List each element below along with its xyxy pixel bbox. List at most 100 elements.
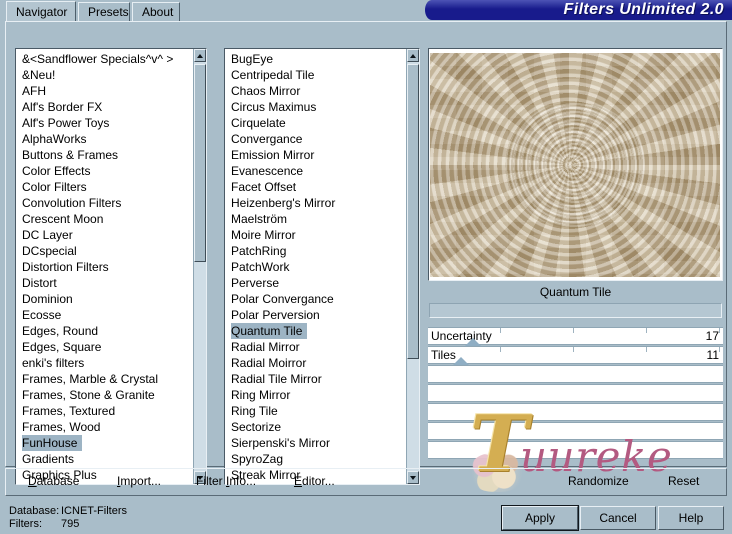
category-item[interactable]: &Neu!	[16, 67, 193, 83]
slider-row[interactable]: Uncertainty 17	[428, 327, 723, 349]
category-item[interactable]: Buttons & Frames	[16, 147, 193, 163]
current-filter-name: Quantum Tile	[539, 285, 612, 299]
category-item[interactable]: Ecosse	[16, 307, 193, 323]
filter-item[interactable]: Sectorize	[225, 419, 406, 435]
apply-button[interactable]: Apply	[501, 505, 579, 531]
category-item[interactable]: Frames, Stone & Granite	[16, 387, 193, 403]
category-item-label: FunHouse	[22, 435, 83, 451]
category-item[interactable]: Convolution Filters	[16, 195, 193, 211]
category-item[interactable]: Edges, Square	[16, 339, 193, 355]
category-item[interactable]: Frames, Textured	[16, 403, 193, 419]
filter-item[interactable]: Radial Mirror	[225, 339, 406, 355]
filter-item[interactable]: Heizenberg's Mirror	[225, 195, 406, 211]
filter-item[interactable]: Cirquelate	[225, 115, 406, 131]
category-item[interactable]: Alf's Power Toys	[16, 115, 193, 131]
filter-item[interactable]: Centripedal Tile	[225, 67, 406, 83]
category-item[interactable]: Color Effects	[16, 163, 193, 179]
filter-list[interactable]: BugEye Centripedal Tile Chaos Mirror Circus…	[225, 49, 406, 484]
category-item[interactable]: AFH	[16, 83, 193, 99]
filter-item[interactable]: Maelström	[225, 211, 406, 227]
filter-item[interactable]: Emission Mirror	[225, 147, 406, 163]
menu-database-label: atabase	[36, 474, 80, 488]
filter-item[interactable]: PatchRing	[225, 243, 406, 259]
category-item[interactable]: Distort	[16, 275, 193, 291]
category-item[interactable]: Edges, Round	[16, 323, 193, 339]
filter-item[interactable]: BugEye	[225, 51, 406, 67]
filter-item[interactable]: Quantum Tile	[225, 323, 406, 339]
filter-item[interactable]: Polar Convergance	[225, 291, 406, 307]
category-item[interactable]: Gradients	[16, 451, 193, 467]
menu-bar: Database Import... Filter Info... Editor…	[5, 468, 727, 496]
status-area: Database: ICNET-Filters Filters: 795	[9, 505, 127, 531]
scroll-up-icon[interactable]	[407, 49, 419, 62]
menu-editor[interactable]: Editor...	[294, 474, 335, 488]
status-filters-value: 795	[61, 518, 80, 530]
category-item[interactable]: FunHouse	[16, 435, 193, 451]
filter-item[interactable]: Chaos Mirror	[225, 83, 406, 99]
category-listbox[interactable]: &<Sandflower Specials^v^ > &Neu! AFH Alf's …	[15, 48, 207, 485]
filter-item[interactable]: Facet Offset	[225, 179, 406, 195]
category-scroll-thumb[interactable]	[194, 64, 206, 262]
menu-database[interactable]: Database	[28, 474, 79, 488]
help-button[interactable]: Help	[658, 506, 724, 530]
menu-import[interactable]: Import...	[117, 474, 161, 488]
slider-row[interactable]: Tiles 11	[428, 346, 723, 368]
menu-filter-info[interactable]: Filter Info...	[196, 474, 256, 488]
filter-item[interactable]: Perverse	[225, 275, 406, 291]
preset-field[interactable]	[429, 303, 722, 318]
category-item[interactable]: DCspecial	[16, 243, 193, 259]
menu-reset[interactable]: Reset	[668, 474, 699, 488]
filter-item[interactable]: Convergance	[225, 131, 406, 147]
cancel-button[interactable]: Cancel	[580, 506, 656, 530]
filter-item[interactable]: Ring Tile	[225, 403, 406, 419]
category-item[interactable]: Distortion Filters	[16, 259, 193, 275]
preview-frame[interactable]	[428, 48, 723, 281]
filter-listbox[interactable]: BugEye Centripedal Tile Chaos Mirror Circus…	[224, 48, 420, 485]
filter-scroll-thumb[interactable]	[407, 64, 419, 359]
preview-image	[430, 53, 720, 277]
status-database-row: Database: ICNET-Filters	[9, 505, 127, 518]
filters-unlimited-window: Filters Unlimited 2.0 Navigator Presets …	[0, 0, 732, 534]
filter-item[interactable]: Ring Mirror	[225, 387, 406, 403]
slider-row-empty	[428, 384, 723, 402]
filter-item[interactable]: Radial Tile Mirror	[225, 371, 406, 387]
category-item[interactable]: Frames, Marble & Crystal	[16, 371, 193, 387]
menu-import-label: mport...	[120, 474, 162, 488]
tab-navigator[interactable]: Navigator	[6, 1, 76, 22]
category-item[interactable]: Alf's Border FX	[16, 99, 193, 115]
category-item[interactable]: AlphaWorks	[16, 131, 193, 147]
filter-item[interactable]: SpyroZag	[225, 451, 406, 467]
filter-item[interactable]: Circus Maximus	[225, 99, 406, 115]
slider-row-empty	[428, 403, 723, 421]
filter-item[interactable]: Moire Mirror	[225, 227, 406, 243]
tab-about[interactable]: About	[132, 2, 180, 21]
category-list[interactable]: &<Sandflower Specials^v^ > &Neu! AFH Alf's …	[16, 49, 193, 484]
category-item[interactable]: Crescent Moon	[16, 211, 193, 227]
category-scrollbar[interactable]	[193, 49, 206, 484]
parameter-sliders: Uncertainty 17 Tiles 11	[428, 327, 723, 485]
app-title: Filters Unlimited 2.0	[563, 1, 724, 18]
filter-item[interactable]: PatchWork	[225, 259, 406, 275]
category-item[interactable]: Frames, Wood	[16, 419, 193, 435]
filter-item-label: Quantum Tile	[231, 323, 308, 339]
filter-scrollbar[interactable]	[406, 49, 419, 484]
filter-item[interactable]: Radial Moirror	[225, 355, 406, 371]
slider-value: 17	[705, 329, 719, 343]
menu-filter-info-pre: Filter	[196, 474, 226, 488]
slider-row-empty	[428, 441, 723, 459]
scroll-up-icon[interactable]	[194, 49, 206, 62]
status-database-label: Database:	[9, 505, 60, 517]
menu-filter-info-label: nfo...	[229, 474, 257, 488]
filter-item[interactable]: Sierpenski's Mirror	[225, 435, 406, 451]
category-item[interactable]: &<Sandflower Specials^v^ >	[16, 51, 193, 67]
main-panel: &<Sandflower Specials^v^ > &Neu! AFH Alf's …	[5, 21, 727, 492]
category-item[interactable]: Dominion	[16, 291, 193, 307]
category-item[interactable]: enki's filters	[16, 355, 193, 371]
menu-randomize[interactable]: Randomize	[568, 474, 629, 488]
category-item[interactable]: DC Layer	[16, 227, 193, 243]
category-item[interactable]: Color Filters	[16, 179, 193, 195]
filter-item[interactable]: Polar Perversion	[225, 307, 406, 323]
tab-presets[interactable]: Presets	[78, 2, 130, 21]
filter-item[interactable]: Evanescence	[225, 163, 406, 179]
status-filters-label: Filters:	[9, 518, 42, 530]
